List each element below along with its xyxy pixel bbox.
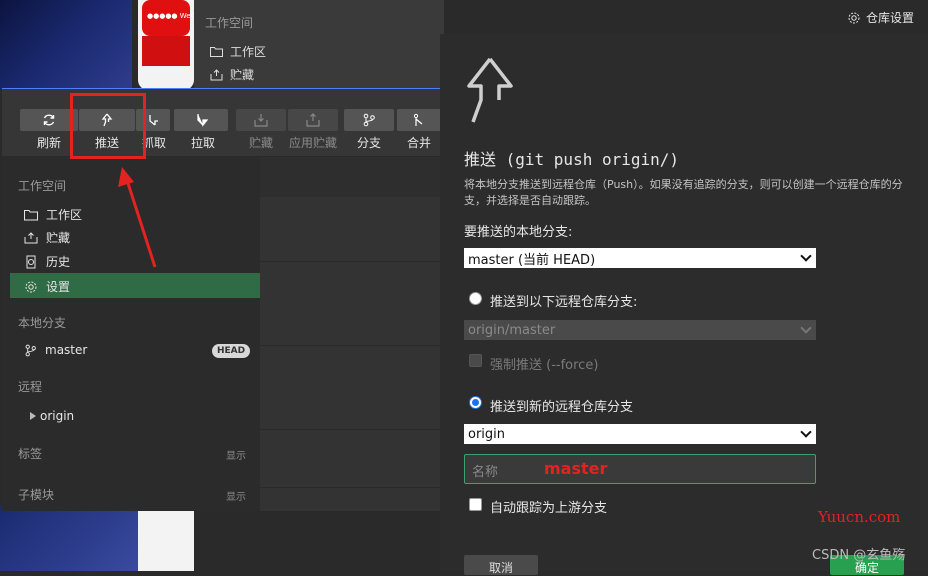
sidebar-item-stash[interactable]: 贮藏: [24, 229, 70, 246]
background-workspace-header: 工作空间: [205, 16, 254, 30]
fetch-icon: [149, 115, 158, 126]
content-divider: [260, 345, 442, 346]
background-workspace-item: 工作区: [210, 43, 266, 60]
apply-stash-icon: [306, 113, 320, 127]
branch-icon: [363, 113, 375, 127]
repo-settings-button[interactable]: 仓库设置: [847, 9, 914, 26]
watermark-csdn: CSDN @玄鱼殇: [812, 548, 906, 563]
branch-label: master: [45, 343, 88, 357]
stash-label: 贮藏: [248, 136, 273, 150]
annotation-highlight-box: [70, 93, 146, 159]
sidebar-item-label: 设置: [46, 280, 71, 294]
apply-stash-button[interactable]: [288, 109, 338, 131]
push-new-radio[interactable]: [469, 396, 482, 409]
dialog-description: 将本地分支推送到远程仓库（Push）。如果没有追踪的分支，则可以创建一个远程仓库…: [464, 178, 903, 207]
remote-item-origin[interactable]: origin: [30, 409, 74, 423]
push-existing-radio[interactable]: [469, 292, 482, 305]
local-branch-select[interactable]: master (当前 HEAD): [464, 248, 816, 268]
push-new-label: 推送到新的远程仓库分支: [490, 400, 634, 415]
remotes-header: 远程: [18, 380, 43, 394]
apply-stash-label: 应用贮藏: [288, 136, 337, 150]
push-icon: [467, 57, 513, 123]
stash-button[interactable]: [236, 109, 286, 131]
local-branch-label: 要推送的本地分支:: [464, 225, 573, 240]
sidebar-item-workspace[interactable]: 工作区: [24, 206, 82, 223]
force-push-label: 强制推送 (--force): [490, 358, 599, 373]
refresh-icon: [43, 114, 55, 126]
branch-item-master[interactable]: master: [24, 343, 87, 357]
auto-track-checkbox[interactable]: [469, 498, 482, 511]
sidebar-item-history[interactable]: 历史: [24, 253, 70, 270]
chevron-down-icon: [800, 426, 812, 438]
tags-show-toggle[interactable]: 显示: [226, 447, 246, 462]
sidebar-item-label: 工作区: [46, 208, 83, 222]
content-area: [260, 197, 442, 511]
submodules-show-toggle[interactable]: 显示: [226, 488, 246, 503]
content-divider: [260, 261, 442, 262]
head-badge: HEAD: [212, 344, 251, 358]
gear-icon: [848, 12, 860, 23]
push-existing-label: 推送到以下远程仓库分支:: [490, 295, 638, 310]
toolbar: 刷新 推送 抓取 拉取 贮藏 应用贮藏 分支 合并: [2, 89, 442, 157]
background-stash-item: 贮藏: [210, 66, 254, 83]
cancel-button[interactable]: 取消: [464, 555, 538, 575]
merge-button[interactable]: [397, 109, 441, 131]
auto-track-label: 自动跟踪为上游分支: [490, 501, 608, 516]
background-image-bottom: [0, 505, 140, 571]
new-remote-select[interactable]: origin: [464, 424, 816, 444]
history-icon: [26, 255, 36, 268]
local-branch-value: master (当前 HEAD): [468, 252, 596, 268]
content-divider: [260, 429, 442, 430]
content-divider: [260, 487, 442, 488]
folder-icon: [210, 47, 223, 57]
existing-remote-value: origin/master: [468, 322, 556, 338]
dialog-title: 推送 (git push origin/): [464, 150, 680, 169]
pull-button[interactable]: [174, 109, 228, 131]
caret-right-icon: [30, 412, 36, 420]
new-remote-value: origin: [468, 426, 506, 442]
existing-remote-select[interactable]: origin/master: [464, 320, 816, 340]
pull-label: 拉取: [190, 136, 215, 150]
branch-name-placeholder: 名称: [472, 465, 499, 480]
annotation-arrow: [118, 167, 157, 268]
merge-icon: [413, 113, 423, 126]
branch-name-annotation: master: [544, 459, 608, 478]
branch-icon: [25, 344, 36, 356]
sidebar-item-label: 历史: [46, 255, 71, 269]
local-branches-header: 本地分支: [18, 316, 67, 330]
force-push-checkbox[interactable]: [469, 354, 482, 367]
submodules-header: 子模块: [18, 488, 55, 502]
app-window: 刷新 推送 抓取 拉取 贮藏 应用贮藏 分支 合并 工作空间 工作区 贮藏 历史…: [2, 88, 442, 511]
push-dialog: 推送 (git push origin/) 将本地分支推送到远程仓库（Push）…: [440, 34, 928, 575]
folder-icon: [24, 209, 38, 220]
chevron-down-icon: [800, 322, 812, 334]
watermark-site: Yuucn.com: [818, 508, 901, 526]
gear-icon: [25, 281, 37, 292]
stash-icon: [24, 231, 38, 243]
repo-settings-label: 仓库设置: [865, 11, 914, 25]
pull-icon: [197, 114, 208, 127]
workspace-section-header: 工作空间: [18, 179, 67, 193]
sidebar-item-settings[interactable]: 设置: [24, 278, 70, 295]
stash-icon: [210, 68, 223, 80]
background-phone-red: [142, 36, 190, 66]
sidebar-item-label: 贮藏: [46, 231, 71, 245]
tags-header: 标签: [18, 447, 43, 461]
background-item-label: 贮藏: [230, 68, 255, 82]
branch-name-input[interactable]: [464, 454, 816, 484]
phone-banner-text: ●●●●● WeC: [147, 12, 196, 20]
background-phone-banner: ●●●●● WeC: [142, 0, 195, 36]
background-image: [0, 0, 132, 90]
remote-label: origin: [40, 409, 75, 423]
branch-button[interactable]: [344, 109, 394, 131]
chevron-down-icon: [800, 250, 812, 262]
stash-icon: [254, 114, 268, 127]
background-item-label: 工作区: [230, 45, 267, 59]
background-phone-bottom: [138, 505, 194, 571]
